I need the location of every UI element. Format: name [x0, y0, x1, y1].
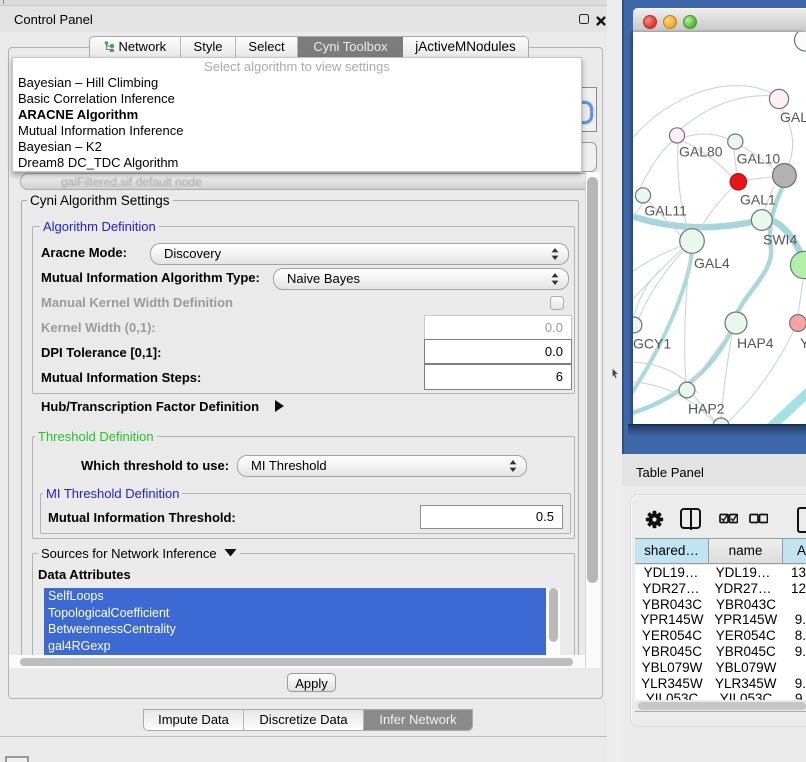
svg-text:GAL4: GAL4 — [694, 255, 730, 271]
svg-text:Y: Y — [800, 335, 806, 351]
svg-text:GAL1: GAL1 — [740, 192, 776, 208]
svg-text:GAL80: GAL80 — [679, 144, 723, 160]
svg-text:GAL10: GAL10 — [737, 151, 781, 167]
svg-text:GCY1: GCY1 — [633, 336, 671, 352]
svg-text:SWI4: SWI4 — [763, 232, 797, 248]
svg-text:HAP2: HAP2 — [688, 401, 725, 417]
svg-text:GAL11: GAL11 — [644, 203, 687, 219]
svg-text:GAL: GAL — [780, 109, 806, 125]
svg-text:HAP4: HAP4 — [737, 335, 774, 351]
